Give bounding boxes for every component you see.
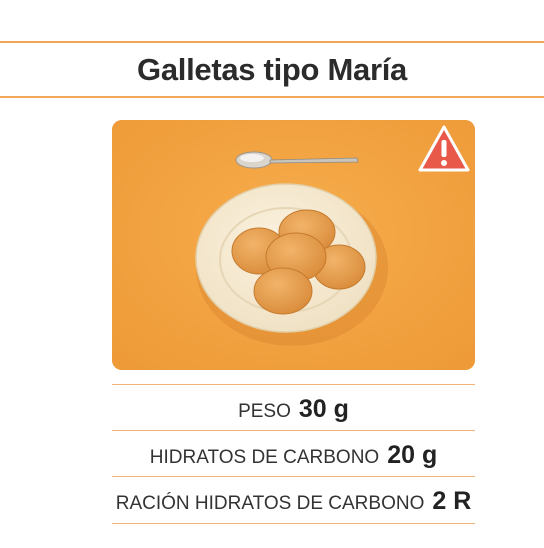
carb-portion-row: RACIÓN HIDRATOS DE CARBONO 2 R xyxy=(112,487,475,516)
carbohydrates-label: HIDRATOS DE CARBONO xyxy=(149,447,380,468)
weight-row: PESO 30 g xyxy=(112,395,475,424)
weight-value: 30 g xyxy=(298,395,349,423)
divider-1 xyxy=(112,384,475,385)
carb-portion-value: 2 R xyxy=(432,487,472,515)
carbohydrates-value: 20 g xyxy=(387,441,438,469)
warning-triangle-icon xyxy=(418,124,470,174)
title-bottom-rule xyxy=(0,96,544,98)
carbohydrates-row: HIDRATOS DE CARBONO 20 g xyxy=(112,441,475,470)
divider-3 xyxy=(112,476,475,477)
carb-portion-label: RACIÓN HIDRATOS DE CARBONO xyxy=(115,493,425,514)
weight-label: PESO xyxy=(238,401,291,422)
divider-4 xyxy=(112,523,475,524)
divider-2 xyxy=(112,430,475,431)
top-rule xyxy=(0,41,544,43)
page-title: Galletas tipo María xyxy=(137,52,407,87)
